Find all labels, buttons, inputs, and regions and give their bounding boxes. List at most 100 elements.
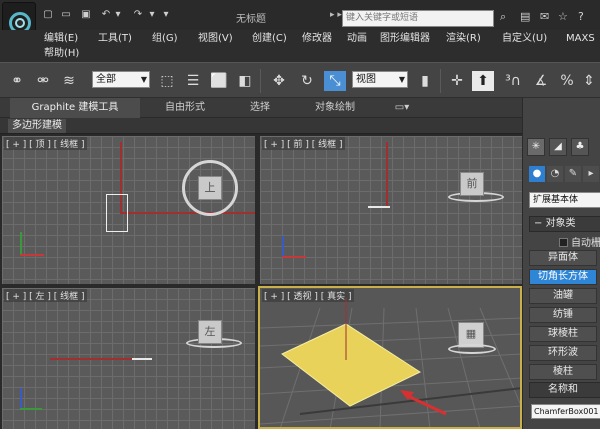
menu-customize[interactable]: 自定义(U) — [502, 33, 547, 45]
keyboard-shortcut-override-icon[interactable]: ⬆ — [472, 71, 494, 91]
viewcube-ring[interactable] — [448, 344, 496, 354]
oil-tank-button[interactable]: 油罐 — [529, 288, 597, 304]
reference-coord-value: 视图 — [356, 74, 376, 85]
main-toolbar: ⚭ ⚮ ≋ 全部 ▼ ⬚ ☰ ⬜ ◧ ✥ ↻ ⤡ 视图 ▼ ▮ ✛ ⬆ ³∩ ∡ %… — [0, 62, 600, 98]
window-title: 无标题 — [236, 14, 266, 25]
name-color-header: 名称和 — [548, 384, 578, 395]
binoculars-icon[interactable]: ⌕ — [500, 11, 506, 23]
search-input[interactable]: 键入关键字或短语 — [342, 10, 494, 27]
reference-coord-dropdown[interactable]: 视图 ▼ — [352, 71, 408, 88]
menu-view[interactable]: 视图(V) — [198, 33, 233, 45]
menu-help[interactable]: 帮助(H) — [44, 48, 79, 60]
save-icon[interactable]: ▣ — [80, 10, 92, 20]
tab-object-paint[interactable]: 对象绘制 — [290, 98, 380, 118]
undo-dropdown-icon[interactable]: ▾ — [112, 10, 124, 20]
menu-create[interactable]: 创建(C) — [252, 33, 287, 45]
rotate-icon[interactable]: ↻ — [296, 71, 318, 91]
menu-animation[interactable]: 动画 — [347, 33, 367, 45]
viewport-left[interactable]: [ + ] [ 左 ] [ 线框 ] 左 — [2, 288, 255, 429]
modify-tab-icon[interactable]: ◢ — [549, 138, 567, 156]
bind-space-warp-icon[interactable]: ≋ — [58, 71, 80, 91]
favorites-icon[interactable]: ☆ — [558, 11, 568, 23]
scale-icon[interactable]: ⤡ — [324, 71, 346, 91]
name-color-rollout[interactable]: 名称和 — [529, 382, 600, 398]
viewcube-icon[interactable]: 左 — [198, 320, 222, 344]
redo-icon[interactable]: ↷ — [132, 10, 144, 20]
menu-modifiers[interactable]: 修改器 — [302, 33, 332, 45]
select-by-name-icon[interactable]: ☰ — [182, 71, 204, 91]
ringwave-button[interactable]: 环形波 — [529, 345, 597, 361]
viewport-front-label[interactable]: [ + ] [ 前 ] [ 线框 ] — [262, 137, 345, 150]
unlink-icon[interactable]: ⚮ — [32, 71, 54, 91]
percent-snap-icon[interactable]: % — [556, 71, 578, 91]
object-type-header: 对象类 — [545, 218, 576, 229]
menu-rendering[interactable]: 渲染(R) — [446, 33, 481, 45]
viewport-front[interactable]: [ + ] [ 前 ] [ 线框 ] 前 — [260, 136, 522, 284]
chamfer-box-front-view[interactable] — [368, 206, 390, 208]
communication-icon[interactable]: ✉ — [540, 11, 549, 23]
chevron-down-icon: ▼ — [140, 75, 147, 84]
autogrid-checkbox[interactable]: 自动栅 — [559, 234, 600, 249]
hierarchy-tab-icon[interactable]: ♣ — [571, 138, 589, 156]
selection-filter-dropdown[interactable]: 全部 ▼ — [92, 71, 150, 88]
undo-icon[interactable]: ↶ — [100, 10, 112, 20]
viewport-top[interactable]: [ + ] [ 顶 ] [ 线框 ] 上 — [2, 136, 255, 284]
pivot-center-icon[interactable]: ▮ — [414, 71, 436, 91]
checkbox-icon — [559, 238, 568, 247]
help-icon[interactable]: ? — [578, 11, 584, 23]
gengon-button[interactable]: 球棱柱 — [529, 326, 597, 342]
viewcube-icon[interactable]: 前 — [460, 172, 484, 196]
menu-graph-editors[interactable]: 图形编辑器 — [380, 33, 430, 45]
tab-graphite-modeling[interactable]: Graphite 建模工具 — [10, 98, 140, 118]
select-object-icon[interactable]: ⬚ — [156, 71, 178, 91]
menu-tools[interactable]: 工具(T) — [98, 33, 132, 45]
prism-button[interactable]: 棱柱 — [529, 364, 597, 380]
redo-dropdown-icon[interactable]: ▾ — [146, 10, 158, 20]
axis-tripod-x — [20, 254, 44, 256]
menu-bar: 编辑(E) 工具(T) 组(G) 视图(V) 创建(C) 修改器 动画 图形编辑… — [0, 30, 600, 62]
viewcube-icon[interactable]: 上 — [198, 176, 222, 200]
shapes-category-icon[interactable]: ◔ — [547, 166, 563, 182]
ribbon-options-icon[interactable]: ▭▾ — [390, 98, 414, 118]
spindle-button[interactable]: 纺锤 — [529, 307, 597, 323]
title-arrows[interactable]: ▸ ▸ — [330, 10, 342, 20]
chamfer-box-left-view[interactable] — [132, 358, 152, 360]
snaps-toggle-icon[interactable]: ³∩ — [502, 71, 524, 91]
hedra-button[interactable]: 异面体 — [529, 250, 597, 266]
move-icon[interactable]: ✥ — [268, 71, 290, 91]
menu-group[interactable]: 组(G) — [152, 33, 178, 45]
new-file-icon[interactable]: ▢ — [42, 10, 54, 20]
object-type-rollout[interactable]: − 对象类 — [529, 216, 600, 232]
lights-category-icon[interactable]: ✎ — [565, 166, 581, 182]
customize-toolbar-icon[interactable]: ▾ — [160, 10, 172, 20]
open-folder-icon[interactable]: ▭ — [60, 10, 72, 20]
viewport-top-label[interactable]: [ + ] [ 顶 ] [ 线框 ] — [4, 137, 87, 150]
autogrid-label: 自动栅 — [571, 238, 600, 249]
window-crossing-icon[interactable]: ◧ — [234, 71, 256, 91]
create-tab-icon[interactable]: ✳ — [527, 138, 545, 156]
object-name-input[interactable]: ChamferBox001 — [531, 404, 600, 419]
tab-freeform[interactable]: 自由形式 — [140, 98, 230, 118]
viewports-area: [ + ] [ 顶 ] [ 线框 ] 上 [ + ] [ 前 ] [ 线框 ] … — [0, 134, 522, 429]
link-icon[interactable]: ⚭ — [6, 71, 28, 91]
polygon-modeling-panel-label[interactable]: 多边形建模 — [8, 119, 66, 133]
primitive-type-dropdown[interactable]: 扩展基本体 — [529, 192, 600, 208]
menu-edit[interactable]: 编辑(E) — [44, 33, 78, 45]
select-manipulate-icon[interactable]: ✛ — [446, 71, 468, 91]
viewport-perspective[interactable]: [ + ] [ 透视 ] [ 真实 ] ▦ — [258, 286, 522, 429]
grid-axis-line — [386, 142, 388, 206]
subscription-icon[interactable]: ▤ — [520, 11, 530, 23]
geometry-category-icon[interactable]: ● — [529, 166, 545, 182]
chamfer-box-top-view[interactable] — [106, 194, 128, 232]
cameras-category-icon[interactable]: ▸ — [583, 166, 599, 182]
chamfer-box-button[interactable]: 切角长方体 — [529, 269, 597, 285]
angle-snap-icon[interactable]: ∡ — [530, 71, 552, 91]
axis-tripod-z — [20, 388, 22, 408]
rectangular-selection-icon[interactable]: ⬜ — [208, 71, 230, 91]
viewport-left-label[interactable]: [ + ] [ 左 ] [ 线框 ] — [4, 289, 87, 302]
chevron-down-icon: ▼ — [398, 75, 405, 84]
title-bar: ▢ ▭ ▣ ↶ ▾ ↷ ▾ ▾ 无标题 ▸ ▸ 键入关键字或短语 ⌕ ▤ ✉ ☆… — [0, 0, 600, 44]
spinner-snap-icon[interactable]: ⇕ — [578, 71, 600, 91]
menu-maxscript[interactable]: MAXS — [566, 33, 595, 45]
tab-selection[interactable]: 选择 — [230, 98, 290, 118]
